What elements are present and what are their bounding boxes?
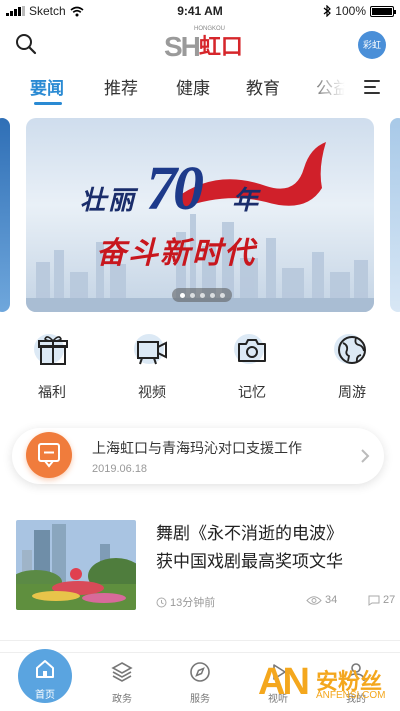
avatar[interactable]: 彩虹 — [358, 31, 386, 59]
banner-slide[interactable]: 壮丽 70 年 奋斗新时代 — [26, 118, 374, 312]
battery-percent: 100% — [335, 4, 366, 18]
news-list-item[interactable]: 舞剧《永不消逝的电波》 获中国戏剧最高奖项文华 13分钟前 34 27 — [16, 520, 395, 612]
tabs-fade — [300, 70, 356, 104]
watermark-logo: AN 安粉丝 ANFENSI.COM — [258, 662, 400, 708]
layers-icon — [111, 662, 133, 682]
article-title: 舞剧《永不消逝的电波》 获中国戏剧最高奖项文华 — [156, 520, 388, 576]
video-camera-icon — [137, 341, 167, 365]
next-slide-peek[interactable] — [390, 118, 400, 312]
app-logo: SH 虹口 HONGKOU — [164, 26, 243, 62]
watermark-brand: AN — [258, 661, 310, 703]
logo-latin: SH — [164, 31, 201, 62]
divider — [0, 640, 400, 641]
nav-fuwu[interactable]: 服务 — [170, 661, 230, 705]
clock-icon — [156, 597, 167, 607]
article-thumbnail — [16, 520, 136, 610]
banner-carousel: 壮丽 70 年 奋斗新时代 — [0, 118, 400, 312]
nav-zhengwu[interactable]: 政务 — [92, 661, 152, 705]
ticker-title: 上海虹口与青海玛沁对口支援工作 — [92, 441, 302, 457]
quick-link-label: 福利 — [38, 385, 66, 401]
carousel-pagination — [172, 288, 232, 302]
gift-icon — [38, 336, 68, 365]
eye-icon — [306, 595, 322, 605]
ticker-date: 2019.06.18 — [92, 463, 148, 475]
quick-link-label: 视频 — [138, 385, 166, 401]
search-icon[interactable] — [14, 32, 38, 56]
page-dot[interactable] — [199, 292, 205, 298]
home-icon — [36, 660, 54, 678]
banner-headline-part1: 壮丽 — [80, 186, 137, 216]
tab-jiankang[interactable]: 健康 — [176, 74, 210, 99]
chevron-right-icon — [361, 449, 370, 463]
nav-label: 首页 — [35, 690, 55, 701]
status-bar: Sketch 9:41 AM 100% — [0, 0, 400, 22]
tab-tuijian[interactable]: 推荐 — [104, 74, 138, 99]
quick-link-shipin[interactable]: 视频 — [122, 332, 182, 402]
ticker-badge — [26, 432, 72, 478]
article-time: 13分钟前 — [170, 597, 216, 609]
banner-subheadline: 奋斗新时代 — [96, 236, 256, 271]
article-title-line1: 舞剧《永不消逝的电波》 — [156, 524, 343, 544]
prev-slide-peek[interactable] — [0, 118, 10, 312]
tab-yaowen[interactable]: 要闻 — [30, 74, 64, 99]
tab-jiaoyu[interactable]: 教育 — [246, 74, 280, 99]
news-ticker[interactable]: 上海虹口与青海玛沁对口支援工作 2019.06.18 — [12, 428, 384, 484]
comment-icon — [368, 595, 380, 606]
app-header: SH 虹口 HONGKOU 彩虹 — [0, 22, 400, 66]
quick-link-label: 周游 — [338, 385, 366, 401]
channel-tabs: 要闻 推荐 健康 教育 公益 — [0, 70, 400, 105]
battery-icon — [370, 5, 396, 17]
quick-link-jiyi[interactable]: 记忆 — [222, 332, 282, 402]
article-title-line2: 获中国戏剧最高奖项文华 — [156, 552, 343, 572]
quick-link-zhouyou[interactable]: 周游 — [322, 332, 382, 402]
avatar-text: 彩虹 — [362, 41, 381, 51]
quick-link-fuli[interactable]: 福利 — [22, 332, 82, 402]
quick-link-label: 记忆 — [238, 385, 266, 401]
nav-home[interactable]: 首页 — [18, 649, 72, 703]
message-icon — [38, 443, 60, 468]
watermark-url: ANFENSI.COM — [316, 690, 386, 701]
quick-links: 福利 视频 记忆 周游 — [0, 332, 400, 406]
banner-headline-part2: 年 — [232, 186, 259, 216]
globe-icon — [338, 336, 366, 364]
bluetooth-icon — [323, 5, 332, 17]
banner-headline-number: 70 — [146, 155, 204, 223]
logo-english: HONGKOU — [194, 26, 226, 32]
menu-icon[interactable] — [364, 80, 380, 94]
camera-icon — [238, 339, 266, 362]
nav-label: 政务 — [112, 694, 132, 705]
page-dot[interactable] — [209, 292, 215, 298]
page-dot[interactable] — [189, 292, 195, 298]
article-comments: 27 — [383, 594, 396, 606]
nav-label: 服务 — [190, 694, 210, 705]
active-tab-indicator — [34, 102, 62, 105]
page-dot[interactable] — [219, 292, 225, 298]
logo-chinese: 虹口 — [198, 35, 243, 60]
compass-icon — [190, 662, 210, 682]
article-views: 34 — [325, 594, 338, 606]
page-dot[interactable] — [179, 292, 185, 298]
